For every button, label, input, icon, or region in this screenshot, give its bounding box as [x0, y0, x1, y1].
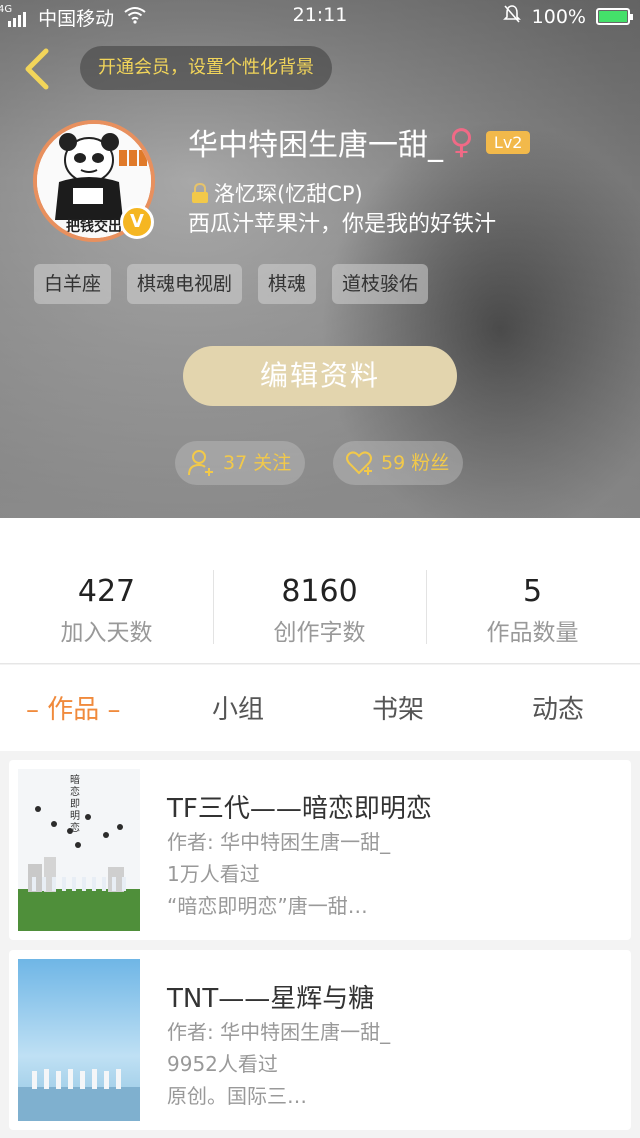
tag-list: 白羊座 棋魂电视剧 棋魂 道枝骏佑 [34, 264, 429, 304]
work-snippet: “暗恋即明恋”唐一甜… [167, 894, 368, 918]
work-card[interactable]: TNT——星辉与糖 作者: 华中特困生唐一甜_ 9952人看过 原创。国际三… [9, 950, 631, 1130]
lock-icon [192, 182, 208, 203]
edit-profile-button[interactable]: 编辑资料 [183, 346, 457, 406]
cover-vertical-title: 暗恋即明恋 [70, 775, 80, 834]
back-button[interactable] [18, 46, 58, 92]
mute-bell-icon [502, 4, 522, 29]
work-snippet: 原创。国际三… [167, 1084, 307, 1108]
chevron-left-icon [25, 48, 49, 90]
status-bar: 4G 中国移动 21:11 100% [0, 0, 640, 32]
work-title: TNT——星辉与糖 [167, 984, 375, 1014]
tab-works[interactable]: – 作品 – [26, 689, 121, 726]
stat-value: 8160 [281, 574, 358, 609]
tag-item[interactable]: 白羊座 [34, 264, 112, 304]
following-button[interactable]: 37 关注 [175, 441, 306, 485]
work-title: TF三代——暗恋即明恋 [167, 794, 432, 824]
battery-percent: 100% [531, 5, 586, 28]
tag-item[interactable]: 棋魂 [258, 264, 317, 304]
tag-item[interactable]: 道枝骏佑 [332, 264, 429, 304]
tab-bar: – 作品 – 小组 书架 动态 [0, 665, 640, 751]
heart-icon [346, 451, 372, 475]
tab-bookshelf[interactable]: 书架 [372, 689, 424, 726]
signature: 西瓜汁苹果汁，你是我的好铁汁 [188, 212, 497, 237]
work-author: 作者: 华中特困生唐一甜_ [167, 830, 391, 854]
level-badge: Lv2 [485, 130, 531, 154]
followers-button[interactable]: 59 粉丝 [333, 441, 464, 485]
work-cover-image: 暗恋即明恋 [18, 769, 140, 931]
tab-activity[interactable]: 动态 [532, 689, 584, 726]
username-row: 华中特困生唐一甜_ ♀ Lv2 [188, 120, 531, 164]
work-cover-image [18, 959, 140, 1121]
female-gender-icon: ♀ [449, 122, 474, 162]
tag-item[interactable]: 棋魂电视剧 [127, 264, 243, 304]
stat-label: 加入天数 [60, 620, 153, 646]
stats-panel: 427 加入天数 8160 创作字数 5 作品数量 [0, 518, 640, 664]
cp-text: 洛忆琛(忆甜CP) [214, 182, 363, 206]
battery-icon [596, 8, 633, 25]
username: 华中特困生唐一甜_ [188, 128, 443, 163]
add-user-icon [188, 450, 213, 476]
stat-value: 5 [522, 574, 543, 609]
works-list: 暗恋即明恋 TF三代——暗恋即明恋 作者: 华中特困生唐一甜_ 1万人看过 “暗… [0, 751, 640, 1138]
stat-join-days: 427 加入天数 [0, 574, 213, 647]
stat-label: 作品数量 [486, 620, 579, 646]
stat-word-count: 8160 创作字数 [213, 574, 426, 647]
stat-value: 427 [77, 574, 136, 609]
work-author: 作者: 华中特困生唐一甜_ [167, 1020, 391, 1044]
following-count: 37 关注 [223, 452, 292, 474]
work-card[interactable]: 暗恋即明恋 TF三代——暗恋即明恋 作者: 华中特困生唐一甜_ 1万人看过 “暗… [9, 760, 631, 940]
followers-count: 59 粉丝 [381, 452, 450, 474]
work-views: 1万人看过 [167, 862, 260, 886]
cp-line[interactable]: 洛忆琛(忆甜CP) [188, 178, 363, 208]
work-views: 9952人看过 [167, 1052, 278, 1076]
stat-label: 创作字数 [273, 620, 366, 646]
stat-works-count: 5 作品数量 [426, 574, 639, 647]
vip-background-banner[interactable]: 开通会员，设置个性化背景 [80, 46, 332, 90]
tab-groups[interactable]: 小组 [212, 689, 264, 726]
verified-badge-icon: V [120, 205, 154, 239]
